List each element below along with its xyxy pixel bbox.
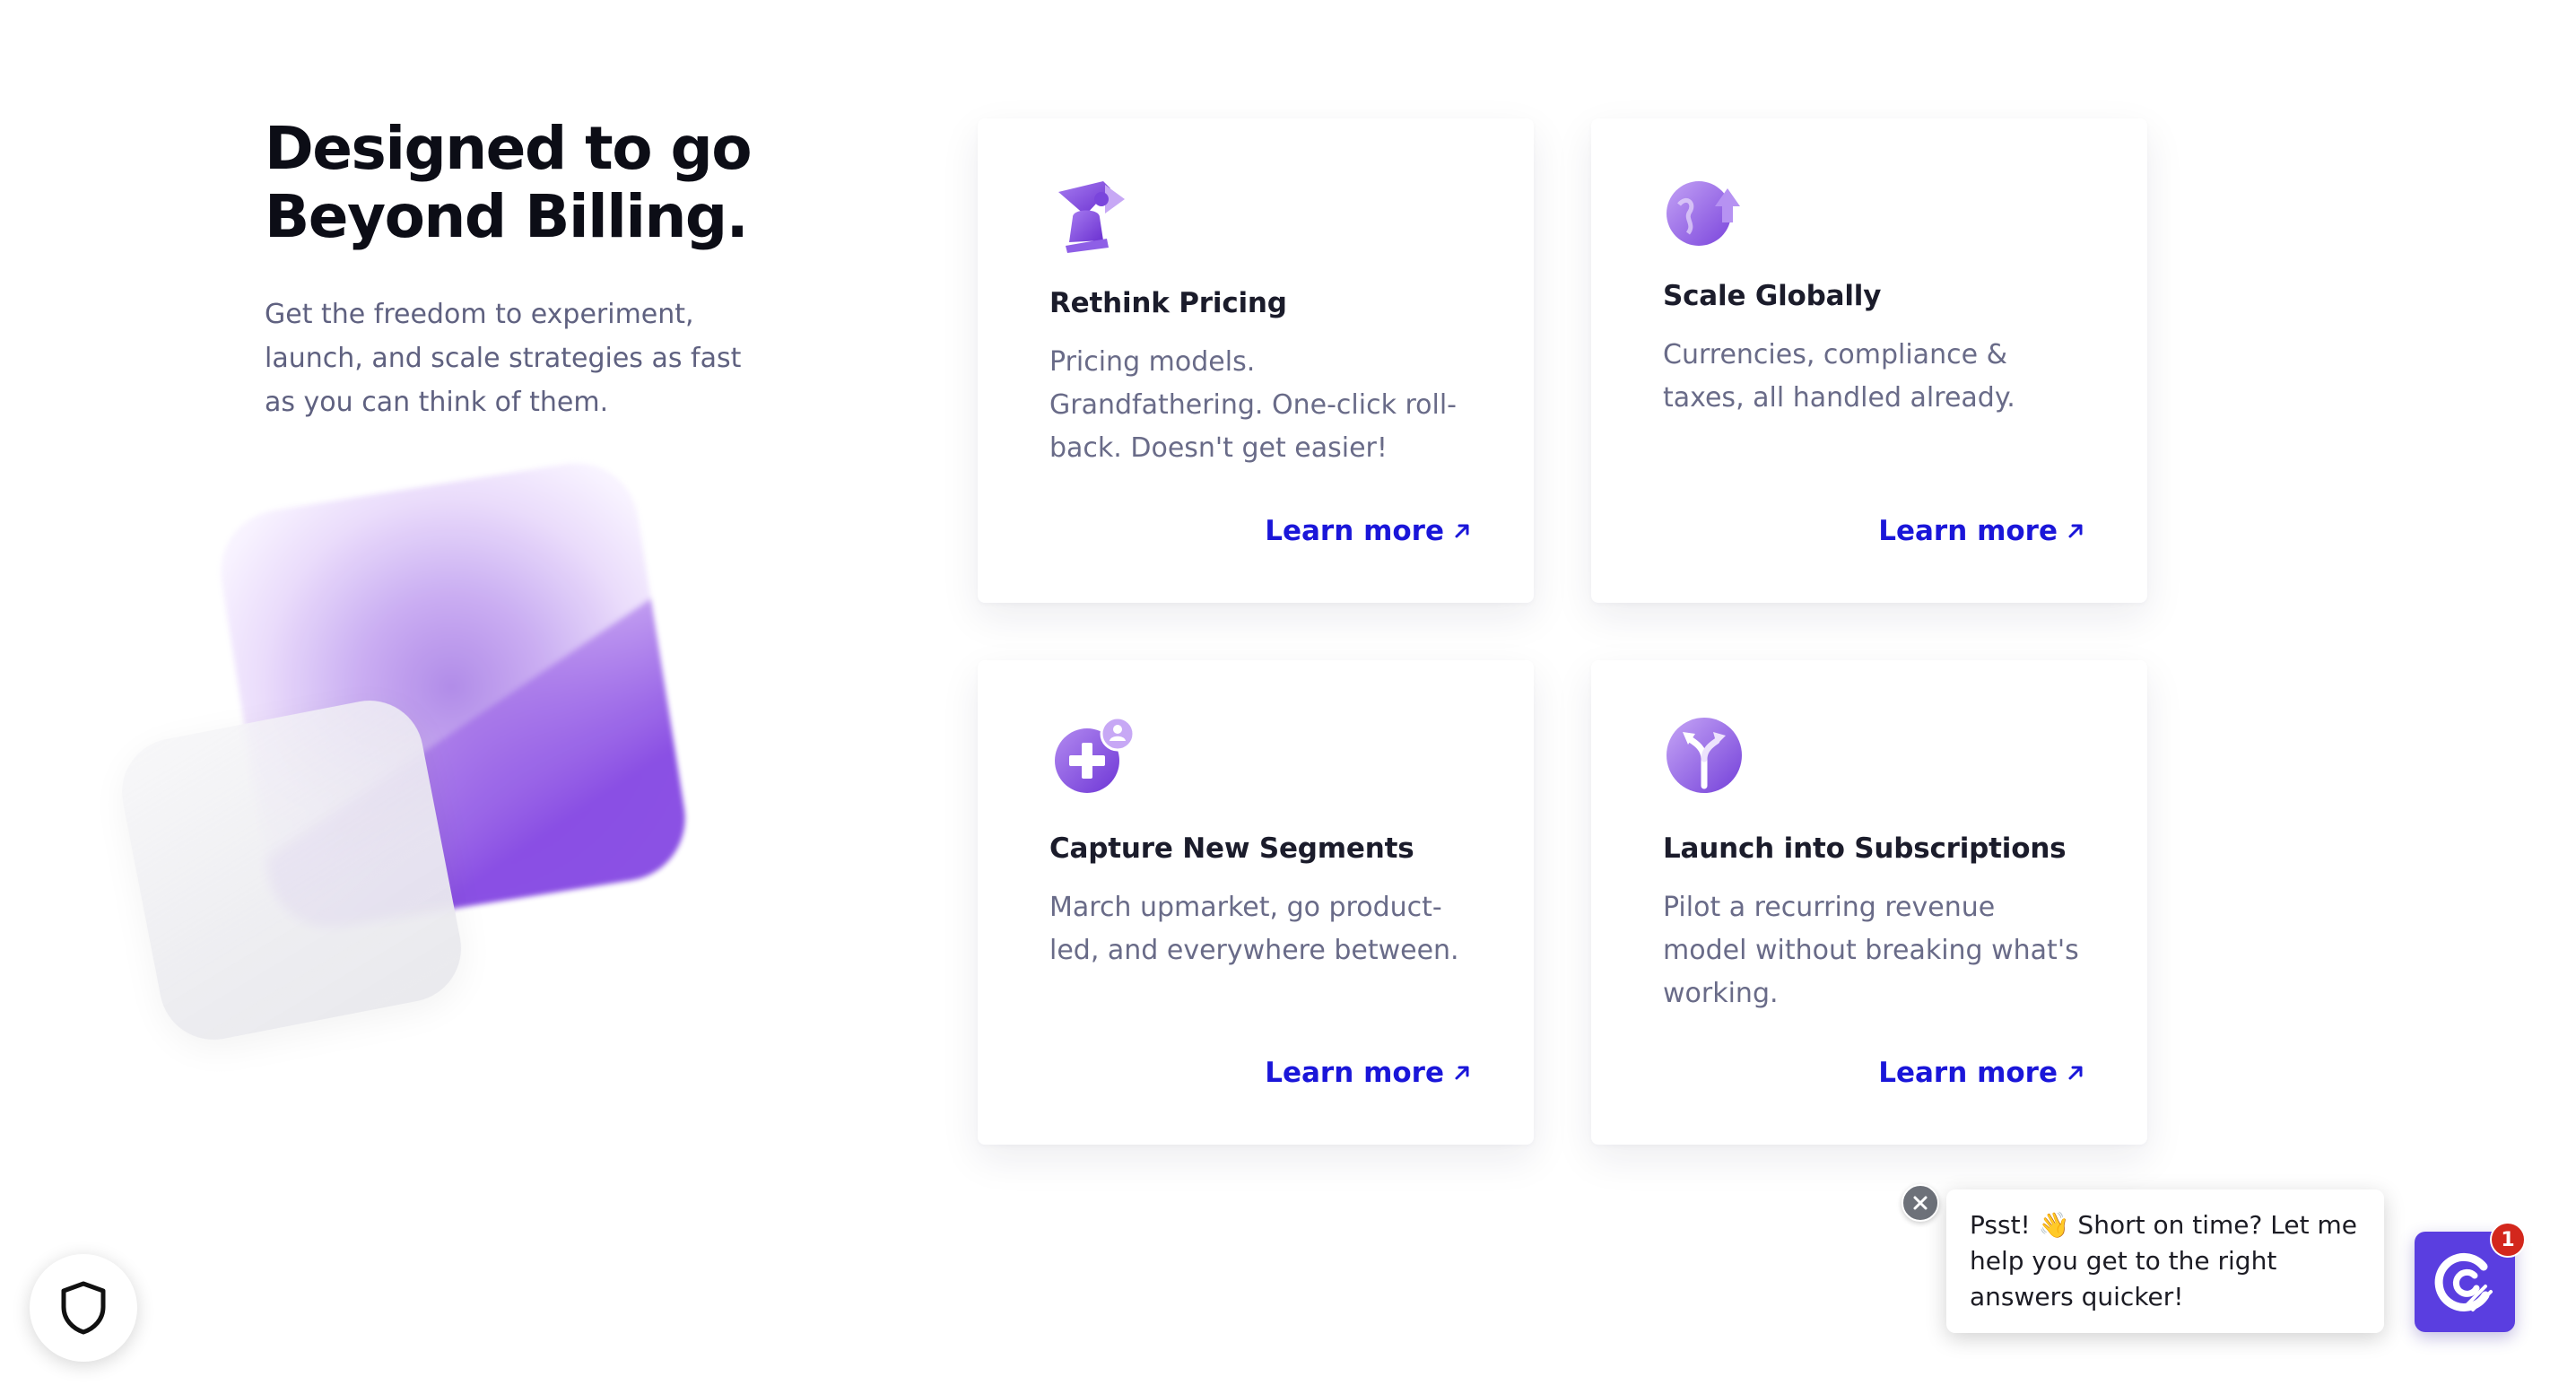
subscription-arrows-icon — [1667, 718, 1742, 793]
intro-section: Designed to go Beyond Billing. Get the f… — [265, 115, 767, 424]
close-icon — [1913, 1196, 1928, 1210]
learn-more-label: Learn more — [1265, 1057, 1444, 1089]
learn-more-label: Learn more — [1878, 1057, 2058, 1089]
feature-title: Rethink Pricing — [1049, 287, 1287, 319]
learn-more-link[interactable]: Learn more — [1265, 1057, 1471, 1089]
learn-more-link[interactable]: Learn more — [1878, 515, 2084, 547]
pricing-hourglass-icon — [1058, 181, 1125, 253]
feature-description: March upmarket, go product-led, and ever… — [1049, 892, 1459, 966]
feature-card-rethink-pricing: Rethink Pricing Pricing models. Grandfat… — [978, 118, 1534, 603]
feature-title: Capture New Segments — [1049, 832, 1414, 865]
feature-description: Currencies, compliance & taxes, all hand… — [1663, 339, 2015, 414]
section-subtext: Get the freedom to experiment, launch, a… — [265, 299, 742, 418]
chat-logo-icon — [2434, 1252, 2493, 1311]
feature-card-scale-globally: Scale Globally Currencies, compliance & … — [1591, 118, 2147, 603]
chat-close-button[interactable] — [1902, 1184, 1939, 1222]
learn-more-link[interactable]: Learn more — [1265, 515, 1471, 547]
arrow-up-right-icon — [2068, 1066, 2083, 1080]
arrow-up-right-icon — [1455, 524, 1469, 538]
section-heading: Designed to go Beyond Billing. — [265, 114, 753, 251]
feature-title: Scale Globally — [1663, 280, 1882, 312]
feature-card-launch-subscriptions: Launch into Subscriptions Pilot a recurr… — [1591, 660, 2147, 1145]
chat-greeting-bubble[interactable]: Psst! 👋 Short on time? Let me help you g… — [1946, 1189, 2384, 1333]
arrow-up-right-icon — [1455, 1066, 1469, 1080]
chat-greeting-text: Psst! 👋 Short on time? Let me help you g… — [1970, 1210, 2357, 1311]
privacy-settings-button[interactable] — [30, 1254, 137, 1362]
feature-description: Pilot a recurring revenue model without … — [1663, 892, 2079, 1009]
arrow-up-right-icon — [2068, 524, 2083, 538]
grey-glass-square — [112, 691, 471, 1050]
decorative-gradient-art — [108, 449, 735, 1076]
feature-description: Pricing models. Grandfathering. One-clic… — [1049, 346, 1457, 464]
unread-count-badge: 1 — [2490, 1222, 2526, 1258]
learn-more-label: Learn more — [1265, 515, 1444, 547]
globe-upload-icon — [1667, 181, 1740, 246]
learn-more-label: Learn more — [1878, 515, 2058, 547]
learn-more-link[interactable]: Learn more — [1878, 1057, 2084, 1089]
feature-card-capture-new-segments: Capture New Segments March upmarket, go … — [978, 660, 1534, 1145]
shield-icon — [61, 1281, 106, 1335]
feature-title: Launch into Subscriptions — [1663, 832, 2067, 865]
add-user-segment-icon — [1055, 716, 1136, 793]
